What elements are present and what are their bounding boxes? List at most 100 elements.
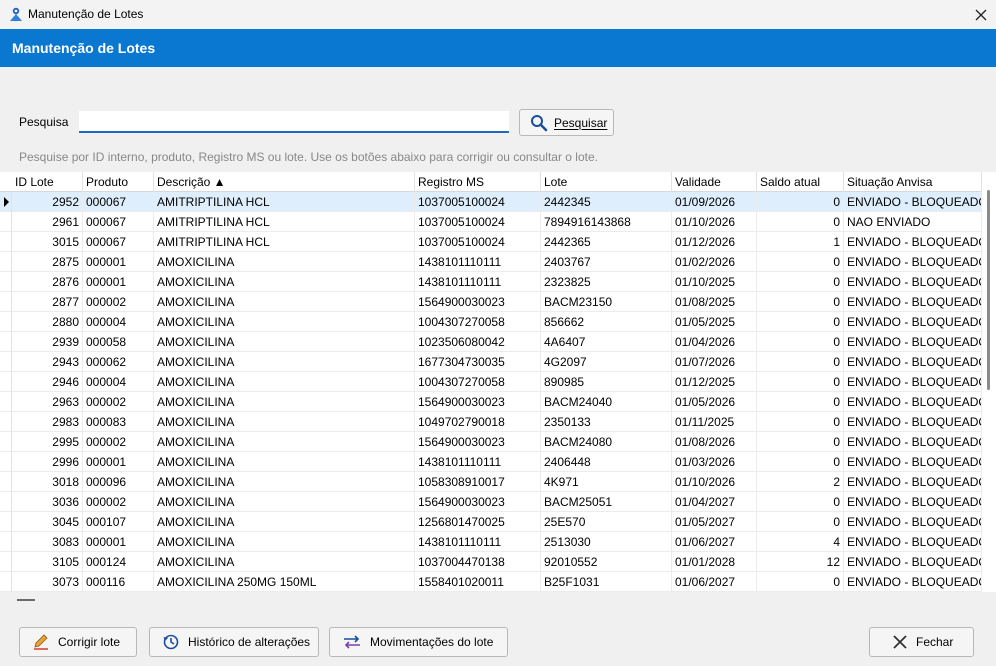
cell-produto[interactable]: 000001 [83,252,154,272]
cell-descricao[interactable]: AMOXICILINA [154,332,415,352]
cell-id-lote[interactable]: 2877 [12,292,83,312]
cell-id-lote[interactable]: 3073 [12,572,83,592]
cell-situacao-anvisa[interactable]: ENVIADO - BLOQUEADO [844,352,982,372]
row-indicator[interactable] [0,532,12,552]
cell-validade[interactable]: 01/01/2028 [672,552,757,572]
cell-descricao[interactable]: AMITRIPTILINA HCL [154,192,415,212]
cell-produto[interactable]: 000001 [83,272,154,292]
cell-lote[interactable]: 4K971 [541,472,672,492]
cell-produto[interactable]: 000001 [83,452,154,472]
cell-situacao-anvisa[interactable]: ENVIADO - BLOQUEADO [844,452,982,472]
cell-saldo-atual[interactable]: 0 [757,432,844,452]
cell-produto[interactable]: 000001 [83,532,154,552]
horizontal-scrollbar-thumb[interactable] [17,599,35,601]
cell-validade[interactable]: 01/11/2025 [672,412,757,432]
table-row[interactable]: 2875 000001 AMOXICILINA 1438101110111 240376… [0,252,982,272]
table-row[interactable]: 2995 000002 AMOXICILINA 1564900030023 BACM24… [0,432,982,452]
column-header-situacao-anvisa[interactable]: Situação Anvisa [844,172,982,192]
cell-descricao[interactable]: AMOXICILINA [154,412,415,432]
cell-validade[interactable]: 01/10/2026 [672,212,757,232]
cell-saldo-atual[interactable]: 0 [757,332,844,352]
column-header-validade[interactable]: Validade [672,172,757,192]
cell-validade[interactable]: 01/03/2026 [672,452,757,472]
corrigir-lote-button[interactable]: Corrigir lote [19,627,137,657]
search-input[interactable] [79,111,509,133]
cell-validade[interactable]: 01/08/2025 [672,292,757,312]
cell-id-lote[interactable]: 2880 [12,312,83,332]
cell-saldo-atual[interactable]: 0 [757,192,844,212]
cell-validade[interactable]: 01/09/2026 [672,192,757,212]
cell-situacao-anvisa[interactable]: ENVIADO - BLOQUEADO [844,232,982,252]
cell-produto[interactable]: 000067 [83,212,154,232]
cell-id-lote[interactable]: 3105 [12,552,83,572]
column-header-produto[interactable]: Produto [83,172,154,192]
table-row[interactable]: 2946 000004 AMOXICILINA 1004307270058 890985… [0,372,982,392]
cell-produto[interactable]: 000116 [83,572,154,592]
cell-lote[interactable]: 2442365 [541,232,672,252]
table-row[interactable]: 2877 000002 AMOXICILINA 1564900030023 BACM23… [0,292,982,312]
cell-produto[interactable]: 000058 [83,332,154,352]
cell-saldo-atual[interactable]: 0 [757,572,844,592]
row-indicator[interactable] [0,572,12,592]
cell-id-lote[interactable]: 2995 [12,432,83,452]
table-row[interactable]: 2961 000067 AMITRIPTILINA HCL 1037005100024… [0,212,982,232]
cell-descricao[interactable]: AMOXICILINA [154,252,415,272]
cell-saldo-atual[interactable]: 4 [757,532,844,552]
cell-produto[interactable]: 000002 [83,392,154,412]
cell-validade[interactable]: 01/07/2026 [672,352,757,372]
cell-lote[interactable]: BACM24080 [541,432,672,452]
cell-registro-ms[interactable]: 1004307270058 [415,372,541,392]
cell-descricao[interactable]: AMOXICILINA [154,512,415,532]
cell-descricao[interactable]: AMOXICILINA [154,472,415,492]
cell-produto[interactable]: 000002 [83,492,154,512]
cell-registro-ms[interactable]: 1677304730035 [415,352,541,372]
cell-produto[interactable]: 000096 [83,472,154,492]
row-indicator[interactable] [0,232,12,252]
cell-id-lote[interactable]: 2952 [12,192,83,212]
row-indicator[interactable] [0,212,12,232]
search-button[interactable]: Pesquisar [519,109,614,136]
cell-validade[interactable]: 01/10/2025 [672,272,757,292]
column-header-registro-ms[interactable]: Registro MS [415,172,541,192]
cell-lote[interactable]: 890985 [541,372,672,392]
cell-id-lote[interactable]: 3015 [12,232,83,252]
cell-produto[interactable]: 000083 [83,412,154,432]
cell-situacao-anvisa[interactable]: ENVIADO - BLOQUEADO [844,372,982,392]
cell-situacao-anvisa[interactable]: ENVIADO - BLOQUEADO [844,472,982,492]
cell-saldo-atual[interactable]: 12 [757,552,844,572]
cell-situacao-anvisa[interactable]: ENVIADO - BLOQUEADO [844,572,982,592]
cell-registro-ms[interactable]: 1037004470138 [415,552,541,572]
table-row[interactable]: 3083 000001 AMOXICILINA 1438101110111 251303… [0,532,982,552]
cell-saldo-atual[interactable]: 0 [757,252,844,272]
table-row[interactable]: 2876 000001 AMOXICILINA 1438101110111 232382… [0,272,982,292]
row-indicator[interactable] [0,412,12,432]
cell-lote[interactable]: 2350133 [541,412,672,432]
cell-id-lote[interactable]: 2943 [12,352,83,372]
cell-validade[interactable]: 01/06/2027 [672,532,757,552]
cell-situacao-anvisa[interactable]: ENVIADO - BLOQUEADO [844,272,982,292]
table-row[interactable]: 2952 000067 AMITRIPTILINA HCL 1037005100024… [0,192,982,212]
cell-saldo-atual[interactable]: 0 [757,312,844,332]
cell-descricao[interactable]: AMOXICILINA [154,272,415,292]
table-row[interactable]: 3015 000067 AMITRIPTILINA HCL 1037005100024… [0,232,982,252]
movimentacoes-button[interactable]: Movimentações do lote [329,627,508,657]
table-row[interactable]: 2880 000004 AMOXICILINA 1004307270058 856662… [0,312,982,332]
cell-registro-ms[interactable]: 1037005100024 [415,232,541,252]
cell-validade[interactable]: 01/06/2027 [672,572,757,592]
cell-registro-ms[interactable]: 1037005100024 [415,192,541,212]
cell-validade[interactable]: 01/04/2027 [672,492,757,512]
cell-registro-ms[interactable]: 1058308910017 [415,472,541,492]
table-row[interactable]: 2996 000001 AMOXICILINA 1438101110111 240644… [0,452,982,472]
fechar-button[interactable]: Fechar [869,627,974,657]
cell-id-lote[interactable]: 3045 [12,512,83,532]
row-indicator[interactable] [0,512,12,532]
cell-produto[interactable]: 000067 [83,232,154,252]
cell-descricao[interactable]: AMOXICILINA [154,392,415,412]
cell-saldo-atual[interactable]: 0 [757,512,844,532]
cell-validade[interactable]: 01/04/2026 [672,332,757,352]
column-header-saldo-atual[interactable]: Saldo atual [757,172,844,192]
row-indicator[interactable] [0,252,12,272]
table-row[interactable]: 3018 000096 AMOXICILINA 1058308910017 4K971 0… [0,472,982,492]
cell-registro-ms[interactable]: 1438101110111 [415,452,541,472]
cell-registro-ms[interactable]: 1438101110111 [415,252,541,272]
